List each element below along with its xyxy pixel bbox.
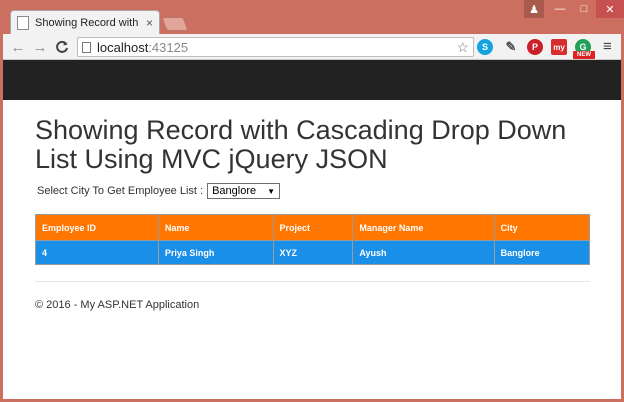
back-arrow-icon[interactable]: ← xyxy=(9,38,27,56)
web-page: Showing Record with Cascading Drop Down … xyxy=(3,60,621,399)
new-tab-button[interactable] xyxy=(161,17,189,31)
page-footer: © 2016 - My ASP.NET Application xyxy=(35,299,200,311)
pinterest-extension-icon[interactable]: P xyxy=(527,39,543,55)
skype-extension-icon[interactable]: S xyxy=(477,39,493,55)
column-header-employee-id: Employee ID xyxy=(35,214,159,241)
cell-city: Banglore xyxy=(493,240,591,265)
page-title: Showing Record with Cascading Drop Down … xyxy=(35,115,567,174)
employee-table: Employee ID Name Project Manager Name Ci… xyxy=(35,214,591,265)
cell-name: Priya Singh xyxy=(157,240,274,265)
reload-icon[interactable] xyxy=(53,38,71,56)
cell-project: XYZ xyxy=(272,240,354,265)
city-select[interactable]: Banglore ▼ xyxy=(207,183,281,199)
tab-strip: Showing Record with Cascading Drop Down … xyxy=(0,0,624,34)
url-host: localhost xyxy=(97,39,149,55)
browser-menu-icon[interactable]: ≡ xyxy=(603,38,612,55)
browser-tab[interactable]: Showing Record with Cascading Drop Down … xyxy=(10,10,160,34)
eyedropper-extension-icon[interactable]: ✎ xyxy=(503,39,519,55)
my-extension-icon[interactable]: my xyxy=(551,39,567,55)
column-header-name: Name xyxy=(157,214,274,241)
address-bar[interactable]: localhost :43125 ☆ xyxy=(77,37,474,57)
column-header-city: City xyxy=(493,214,591,241)
column-header-manager-name: Manager Name xyxy=(352,214,495,241)
table-row: 4 Priya Singh XYZ Ayush Banglore xyxy=(35,240,591,265)
dropdown-arrow-icon: ▼ xyxy=(267,186,276,196)
main-content: Showing Record with Cascading Drop Down … xyxy=(35,116,591,311)
site-navbar xyxy=(3,60,621,100)
bookmark-star-icon[interactable]: ☆ xyxy=(456,38,469,56)
new-badge: NEW xyxy=(573,51,595,59)
minimize-button[interactable]: — xyxy=(548,0,572,18)
tab-close-icon[interactable]: × xyxy=(146,16,153,30)
cell-employee-id: 4 xyxy=(35,240,159,265)
user-icon[interactable]: ♟ xyxy=(524,0,544,18)
page-icon xyxy=(82,41,91,53)
tab-title: Showing Record with Cascading Drop Down … xyxy=(35,16,142,29)
url-port: :43125 xyxy=(148,39,189,55)
page-favicon-icon xyxy=(17,15,29,30)
city-filter-label: Select City To Get Employee List : xyxy=(37,185,204,197)
table-header-row: Employee ID Name Project Manager Name Ci… xyxy=(35,214,591,241)
column-header-project: Project xyxy=(272,214,354,241)
maximize-button[interactable]: □ xyxy=(572,0,596,18)
footer-divider xyxy=(35,281,590,282)
forward-arrow-icon[interactable]: → xyxy=(31,38,49,56)
city-filter-row: Select City To Get Employee List : Bangl… xyxy=(35,183,591,199)
cell-manager-name: Ayush xyxy=(352,240,495,265)
close-window-button[interactable]: ✕ xyxy=(596,0,624,18)
city-select-value: Banglore xyxy=(212,185,257,197)
browser-toolbar: ← → localhost :43125 ☆ S ✎ P my G NEW ≡ xyxy=(3,34,621,60)
